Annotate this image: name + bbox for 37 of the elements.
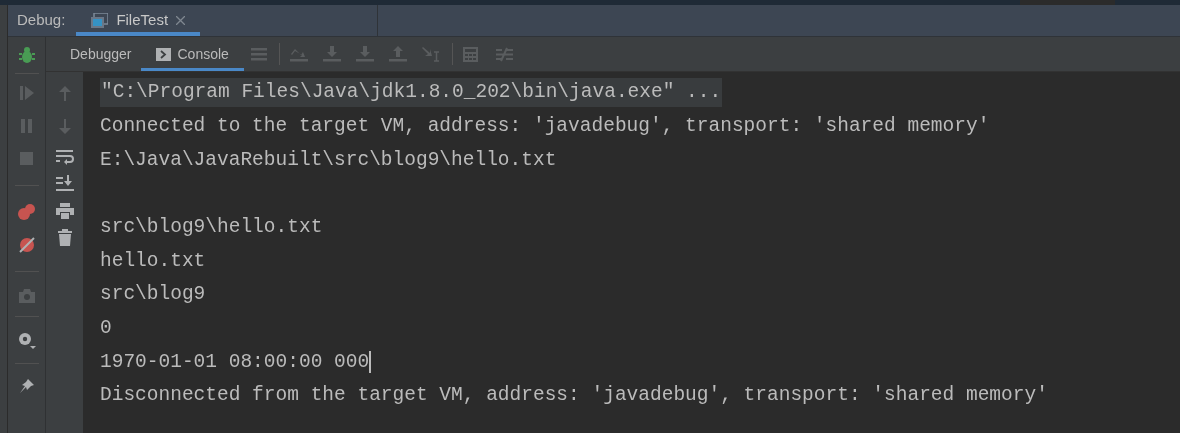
output-line: src\blog9\hello.txt: [100, 214, 323, 240]
close-icon[interactable]: [176, 16, 186, 25]
step-over-icon[interactable]: [289, 46, 308, 62]
breakpoints-icon[interactable]: [17, 204, 36, 220]
trash-icon[interactable]: [57, 229, 72, 246]
output-line: Disconnected from the target VM, address: 'javadebug', transport: 'shared memory': [100, 383, 1048, 409]
step-out-icon[interactable]: [388, 46, 407, 62]
tab-title: FileTest: [116, 10, 169, 31]
run-to-cursor-icon[interactable]: [421, 46, 440, 62]
camera-icon[interactable]: [18, 289, 35, 303]
step-into-icon[interactable]: [322, 46, 341, 62]
settings-icon[interactable]: [17, 332, 36, 350]
menu-icon[interactable]: [250, 47, 267, 61]
soft-wrap-icon[interactable]: [55, 149, 74, 165]
bug-icon: [18, 45, 35, 64]
panel-tab[interactable]: Debugger: [61, 37, 141, 71]
console-icon: [155, 47, 171, 61]
output-line: src\blog9: [100, 282, 206, 308]
force-step-into-icon[interactable]: [355, 46, 374, 62]
output-line: E:\Java\JavaRebuilt\src\blog9\hello.txt: [100, 147, 557, 173]
stop-icon[interactable]: [20, 152, 33, 165]
output-line: hello.txt: [100, 248, 206, 274]
scroll-to-end-icon[interactable]: [55, 175, 74, 191]
panel-title: Debug:: [17, 10, 66, 31]
pin-icon[interactable]: [18, 378, 35, 394]
output-line: 0: [100, 316, 112, 342]
trace-icon[interactable]: [495, 46, 513, 62]
resume-icon[interactable]: [19, 86, 34, 100]
calculator-icon[interactable]: [462, 46, 478, 62]
window-icon: [91, 13, 109, 28]
output-line: Connected to the target VM, address: 'javadebug', transport: 'shared memory': [100, 113, 990, 139]
mute-breakpoints-icon[interactable]: [18, 237, 35, 253]
arrow-down-icon[interactable]: [58, 119, 71, 134]
output-line: 1970-01-01 08:00:00 000: [100, 349, 370, 375]
print-icon[interactable]: [55, 203, 74, 219]
arrow-up-icon[interactable]: [58, 86, 71, 101]
pause-icon[interactable]: [20, 119, 33, 133]
